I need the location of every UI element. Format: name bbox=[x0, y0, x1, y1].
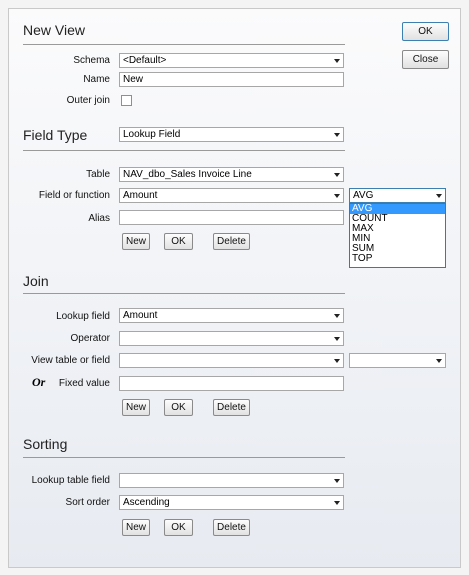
schema-label: Schema bbox=[73, 55, 110, 66]
operator-select[interactable] bbox=[119, 331, 344, 346]
divider bbox=[23, 150, 345, 151]
outer-join-label: Outer join bbox=[66, 95, 110, 106]
chevron-down-icon bbox=[334, 314, 340, 318]
lookup-field-value: Amount bbox=[123, 310, 158, 321]
field-type-value: Lookup Field bbox=[123, 129, 181, 140]
fixed-value-input[interactable] bbox=[119, 376, 344, 391]
chevron-down-icon bbox=[334, 501, 340, 505]
lookup-table-field-label: Lookup table field bbox=[31, 475, 110, 486]
field-or-function-value: Amount bbox=[123, 190, 158, 201]
sorting-ok-button[interactable]: OK bbox=[164, 519, 193, 536]
outer-join-checkbox[interactable] bbox=[121, 95, 132, 106]
alias-label: Alias bbox=[88, 213, 110, 224]
join-new-button[interactable]: New bbox=[122, 399, 150, 416]
chevron-down-icon bbox=[334, 359, 340, 363]
chevron-down-icon bbox=[334, 194, 340, 198]
sorting-title: Sorting bbox=[23, 436, 68, 452]
function-dropdown-list: AVG COUNT MAX MIN SUM TOP bbox=[349, 203, 446, 268]
field-ok-button[interactable]: OK bbox=[164, 233, 193, 250]
field-type-title: Field Type bbox=[23, 127, 88, 143]
view-table-field-select[interactable] bbox=[349, 353, 446, 368]
lookup-field-select[interactable]: Amount bbox=[119, 308, 344, 323]
schema-select[interactable]: <Default> bbox=[119, 53, 344, 68]
sort-order-value: Ascending bbox=[123, 497, 170, 508]
chevron-down-icon bbox=[334, 133, 340, 137]
field-type-select[interactable]: Lookup Field bbox=[119, 127, 344, 142]
join-ok-button[interactable]: OK bbox=[164, 399, 193, 416]
divider bbox=[23, 457, 345, 458]
sort-order-label: Sort order bbox=[65, 497, 110, 508]
field-or-function-select[interactable]: Amount bbox=[119, 188, 344, 203]
or-label: Or bbox=[32, 375, 46, 389]
chevron-down-icon bbox=[334, 173, 340, 177]
function-option-top[interactable]: TOP bbox=[350, 254, 445, 264]
field-delete-button[interactable]: Delete bbox=[213, 233, 250, 250]
chevron-down-icon bbox=[436, 359, 442, 363]
name-input[interactable]: New bbox=[119, 72, 344, 87]
join-title: Join bbox=[23, 273, 49, 289]
name-label: Name bbox=[83, 74, 110, 85]
divider bbox=[23, 293, 345, 294]
sort-order-select[interactable]: Ascending bbox=[119, 495, 344, 510]
operator-label: Operator bbox=[70, 333, 110, 344]
divider bbox=[23, 44, 345, 45]
function-value: AVG bbox=[353, 190, 374, 201]
fixed-value-label: Fixed value bbox=[58, 378, 110, 389]
field-or-function-label: Field or function bbox=[38, 190, 110, 201]
field-new-button[interactable]: New bbox=[122, 233, 150, 250]
chevron-down-icon bbox=[334, 59, 340, 63]
chevron-down-icon bbox=[334, 479, 340, 483]
table-value: NAV_dbo_Sales Invoice Line bbox=[123, 169, 252, 180]
sorting-new-button[interactable]: New bbox=[122, 519, 150, 536]
chevron-down-icon bbox=[334, 337, 340, 341]
page-title: New View bbox=[23, 22, 85, 38]
sorting-delete-button[interactable]: Delete bbox=[213, 519, 250, 536]
view-table-select[interactable] bbox=[119, 353, 344, 368]
ok-button[interactable]: OK bbox=[402, 22, 449, 41]
view-table-label: View table or field bbox=[31, 355, 110, 366]
close-button[interactable]: Close bbox=[402, 50, 449, 69]
chevron-down-icon bbox=[436, 194, 442, 198]
table-label: Table bbox=[86, 169, 110, 180]
view-editor-panel: New View OK Close Schema <Default> Name … bbox=[8, 8, 461, 568]
schema-value: <Default> bbox=[123, 55, 167, 66]
join-delete-button[interactable]: Delete bbox=[213, 399, 250, 416]
alias-input[interactable] bbox=[119, 210, 344, 225]
lookup-field-label: Lookup field bbox=[56, 311, 110, 322]
lookup-table-field-select[interactable] bbox=[119, 473, 344, 488]
table-select[interactable]: NAV_dbo_Sales Invoice Line bbox=[119, 167, 344, 182]
function-select[interactable]: AVG bbox=[349, 188, 446, 203]
